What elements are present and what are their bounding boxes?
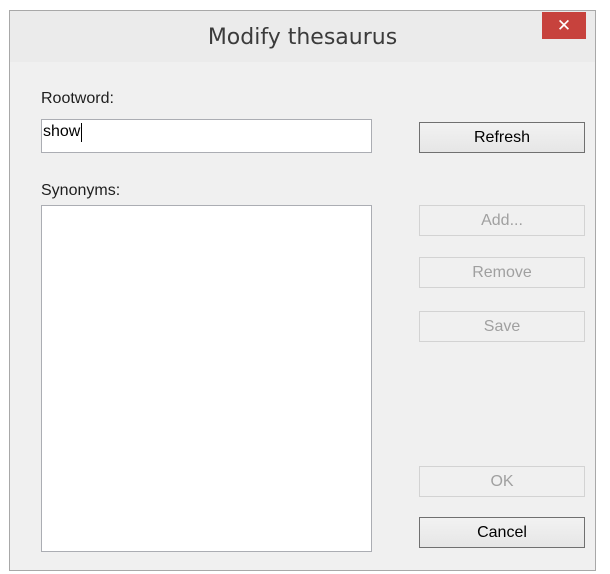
cancel-button[interactable]: Cancel (419, 517, 585, 548)
rootword-value: show (43, 123, 81, 140)
rootword-label: Rootword: (41, 90, 114, 107)
synonyms-list[interactable] (41, 205, 372, 552)
rootword-input[interactable]: show (41, 119, 372, 153)
refresh-button[interactable]: Refresh (419, 122, 585, 153)
save-button[interactable]: Save (419, 311, 585, 342)
dialog-title: Modify thesaurus (207, 25, 398, 50)
modify-thesaurus-dialog: Modify thesaurus ✕ Rootword: show Synony… (9, 10, 596, 571)
close-icon: ✕ (556, 15, 572, 36)
text-caret (81, 123, 83, 142)
title-bar[interactable]: Modify thesaurus ✕ (10, 11, 595, 62)
ok-button[interactable]: OK (419, 466, 585, 497)
synonyms-label: Synonyms: (41, 182, 121, 199)
close-button[interactable]: ✕ (542, 12, 586, 39)
add-button[interactable]: Add... (419, 205, 585, 236)
remove-button[interactable]: Remove (419, 257, 585, 288)
